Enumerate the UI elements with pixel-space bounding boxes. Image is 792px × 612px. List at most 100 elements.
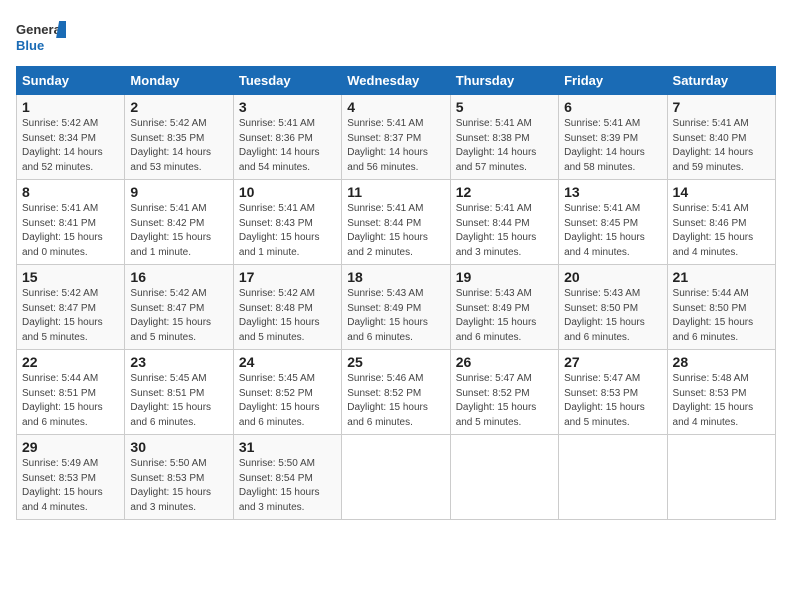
day-info: Sunrise: 5:42 AM Sunset: 8:47 PM Dayligh… xyxy=(22,287,119,345)
day-number: 11 xyxy=(347,184,444,200)
calendar-cell: 9 Sunrise: 5:41 AM Sunset: 8:42 PM Daylig… xyxy=(125,180,233,265)
calendar-week-row: 8 Sunrise: 5:41 AM Sunset: 8:41 PM Daylig… xyxy=(17,180,776,265)
day-info: Sunrise: 5:42 AM Sunset: 8:47 PM Dayligh… xyxy=(130,287,227,345)
calendar-cell: 23 Sunrise: 5:45 AM Sunset: 8:51 PM Dayli… xyxy=(125,350,233,435)
day-info: Sunrise: 5:41 AM Sunset: 8:44 PM Dayligh… xyxy=(456,202,553,260)
day-info: Sunrise: 5:46 AM Sunset: 8:52 PM Dayligh… xyxy=(347,372,444,430)
day-info: Sunrise: 5:42 AM Sunset: 8:48 PM Dayligh… xyxy=(239,287,336,345)
calendar-week-row: 22 Sunrise: 5:44 AM Sunset: 8:51 PM Dayli… xyxy=(17,350,776,435)
day-number: 13 xyxy=(564,184,661,200)
column-header-friday: Friday xyxy=(559,67,667,95)
day-number: 16 xyxy=(130,269,227,285)
day-number: 19 xyxy=(456,269,553,285)
day-info: Sunrise: 5:44 AM Sunset: 8:51 PM Dayligh… xyxy=(22,372,119,430)
calendar-cell xyxy=(450,435,558,520)
calendar-cell: 1 Sunrise: 5:42 AM Sunset: 8:34 PM Daylig… xyxy=(17,95,125,180)
calendar-cell: 4 Sunrise: 5:41 AM Sunset: 8:37 PM Daylig… xyxy=(342,95,450,180)
day-info: Sunrise: 5:41 AM Sunset: 8:41 PM Dayligh… xyxy=(22,202,119,260)
day-number: 23 xyxy=(130,354,227,370)
day-number: 8 xyxy=(22,184,119,200)
day-number: 2 xyxy=(130,99,227,115)
day-info: Sunrise: 5:41 AM Sunset: 8:42 PM Dayligh… xyxy=(130,202,227,260)
day-number: 4 xyxy=(347,99,444,115)
calendar-cell: 7 Sunrise: 5:41 AM Sunset: 8:40 PM Daylig… xyxy=(667,95,775,180)
day-number: 30 xyxy=(130,439,227,455)
calendar-cell: 6 Sunrise: 5:41 AM Sunset: 8:39 PM Daylig… xyxy=(559,95,667,180)
day-info: Sunrise: 5:43 AM Sunset: 8:49 PM Dayligh… xyxy=(456,287,553,345)
day-info: Sunrise: 5:41 AM Sunset: 8:38 PM Dayligh… xyxy=(456,117,553,175)
day-number: 31 xyxy=(239,439,336,455)
day-number: 24 xyxy=(239,354,336,370)
day-number: 5 xyxy=(456,99,553,115)
calendar-cell xyxy=(559,435,667,520)
calendar-week-row: 15 Sunrise: 5:42 AM Sunset: 8:47 PM Dayli… xyxy=(17,265,776,350)
day-number: 12 xyxy=(456,184,553,200)
calendar-cell: 29 Sunrise: 5:49 AM Sunset: 8:53 PM Dayli… xyxy=(17,435,125,520)
calendar-header-row: SundayMondayTuesdayWednesdayThursdayFrid… xyxy=(17,67,776,95)
calendar-cell: 14Sunrise: 5:41 AM Sunset: 8:46 PM Dayli… xyxy=(667,180,775,265)
day-info: Sunrise: 5:42 AM Sunset: 8:35 PM Dayligh… xyxy=(130,117,227,175)
day-info: Sunrise: 5:47 AM Sunset: 8:52 PM Dayligh… xyxy=(456,372,553,430)
day-info: Sunrise: 5:41 AM Sunset: 8:45 PM Dayligh… xyxy=(564,202,661,260)
calendar-cell: 13 Sunrise: 5:41 AM Sunset: 8:45 PM Dayli… xyxy=(559,180,667,265)
svg-text:Blue: Blue xyxy=(16,38,44,53)
day-info: Sunrise: 5:43 AM Sunset: 8:49 PM Dayligh… xyxy=(347,287,444,345)
day-info: Sunrise: 5:44 AM Sunset: 8:50 PM Dayligh… xyxy=(673,287,770,345)
calendar-cell: 5 Sunrise: 5:41 AM Sunset: 8:38 PM Daylig… xyxy=(450,95,558,180)
day-info: Sunrise: 5:50 AM Sunset: 8:54 PM Dayligh… xyxy=(239,457,336,515)
day-info: Sunrise: 5:42 AM Sunset: 8:34 PM Dayligh… xyxy=(22,117,119,175)
day-number: 14 xyxy=(673,184,770,200)
day-info: Sunrise: 5:45 AM Sunset: 8:52 PM Dayligh… xyxy=(239,372,336,430)
calendar-cell: 21 Sunrise: 5:44 AM Sunset: 8:50 PM Dayli… xyxy=(667,265,775,350)
day-number: 7 xyxy=(673,99,770,115)
calendar-cell: 11 Sunrise: 5:41 AM Sunset: 8:44 PM Dayli… xyxy=(342,180,450,265)
day-info: Sunrise: 5:41 AM Sunset: 8:43 PM Dayligh… xyxy=(239,202,336,260)
day-number: 18 xyxy=(347,269,444,285)
day-number: 6 xyxy=(564,99,661,115)
day-number: 20 xyxy=(564,269,661,285)
day-number: 21 xyxy=(673,269,770,285)
calendar-cell: 24 Sunrise: 5:45 AM Sunset: 8:52 PM Dayli… xyxy=(233,350,341,435)
logo-svg: General Blue xyxy=(16,16,66,56)
column-header-monday: Monday xyxy=(125,67,233,95)
calendar-cell: 10Sunrise: 5:41 AM Sunset: 8:43 PM Dayli… xyxy=(233,180,341,265)
calendar-cell: 17 Sunrise: 5:42 AM Sunset: 8:48 PM Dayli… xyxy=(233,265,341,350)
calendar-cell: 19 Sunrise: 5:43 AM Sunset: 8:49 PM Dayli… xyxy=(450,265,558,350)
day-number: 29 xyxy=(22,439,119,455)
calendar-cell: 20Sunrise: 5:43 AM Sunset: 8:50 PM Dayli… xyxy=(559,265,667,350)
day-info: Sunrise: 5:47 AM Sunset: 8:53 PM Dayligh… xyxy=(564,372,661,430)
day-number: 22 xyxy=(22,354,119,370)
day-number: 27 xyxy=(564,354,661,370)
calendar-table: SundayMondayTuesdayWednesdayThursdayFrid… xyxy=(16,66,776,520)
calendar-cell: 2 Sunrise: 5:42 AM Sunset: 8:35 PM Daylig… xyxy=(125,95,233,180)
day-info: Sunrise: 5:41 AM Sunset: 8:37 PM Dayligh… xyxy=(347,117,444,175)
day-number: 9 xyxy=(130,184,227,200)
day-info: Sunrise: 5:48 AM Sunset: 8:53 PM Dayligh… xyxy=(673,372,770,430)
calendar-cell: 8 Sunrise: 5:41 AM Sunset: 8:41 PM Daylig… xyxy=(17,180,125,265)
page-header: General Blue xyxy=(16,16,776,56)
day-info: Sunrise: 5:41 AM Sunset: 8:40 PM Dayligh… xyxy=(673,117,770,175)
column-header-sunday: Sunday xyxy=(17,67,125,95)
day-info: Sunrise: 5:41 AM Sunset: 8:39 PM Dayligh… xyxy=(564,117,661,175)
day-number: 26 xyxy=(456,354,553,370)
calendar-cell: 22 Sunrise: 5:44 AM Sunset: 8:51 PM Dayli… xyxy=(17,350,125,435)
column-header-saturday: Saturday xyxy=(667,67,775,95)
calendar-cell: 31 Sunrise: 5:50 AM Sunset: 8:54 PM Dayli… xyxy=(233,435,341,520)
calendar-week-row: 1 Sunrise: 5:42 AM Sunset: 8:34 PM Daylig… xyxy=(17,95,776,180)
column-header-thursday: Thursday xyxy=(450,67,558,95)
calendar-cell: 18 Sunrise: 5:43 AM Sunset: 8:49 PM Dayli… xyxy=(342,265,450,350)
day-number: 17 xyxy=(239,269,336,285)
day-info: Sunrise: 5:41 AM Sunset: 8:36 PM Dayligh… xyxy=(239,117,336,175)
logo: General Blue xyxy=(16,16,66,56)
calendar-week-row: 29 Sunrise: 5:49 AM Sunset: 8:53 PM Dayli… xyxy=(17,435,776,520)
day-info: Sunrise: 5:49 AM Sunset: 8:53 PM Dayligh… xyxy=(22,457,119,515)
day-number: 1 xyxy=(22,99,119,115)
day-number: 28 xyxy=(673,354,770,370)
day-number: 15 xyxy=(22,269,119,285)
day-info: Sunrise: 5:41 AM Sunset: 8:44 PM Dayligh… xyxy=(347,202,444,260)
day-number: 25 xyxy=(347,354,444,370)
day-info: Sunrise: 5:50 AM Sunset: 8:53 PM Dayligh… xyxy=(130,457,227,515)
day-info: Sunrise: 5:45 AM Sunset: 8:51 PM Dayligh… xyxy=(130,372,227,430)
calendar-cell: 27 Sunrise: 5:47 AM Sunset: 8:53 PM Dayli… xyxy=(559,350,667,435)
calendar-cell: 16 Sunrise: 5:42 AM Sunset: 8:47 PM Dayli… xyxy=(125,265,233,350)
